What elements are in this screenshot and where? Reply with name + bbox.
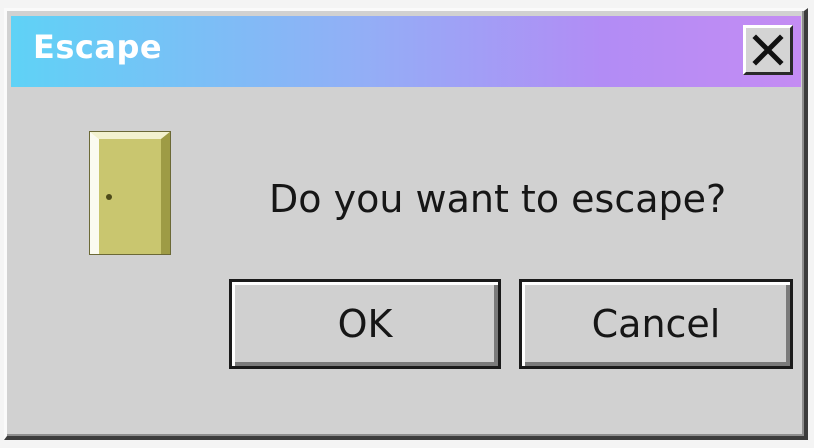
cancel-button[interactable]: Cancel bbox=[519, 279, 793, 369]
close-button[interactable] bbox=[743, 25, 793, 75]
title-bar[interactable]: Escape bbox=[11, 16, 801, 87]
escape-dialog: Escape Do you want to escape? OK Cancel bbox=[4, 8, 808, 440]
ok-button[interactable]: OK bbox=[229, 279, 501, 369]
dialog-message: Do you want to escape? bbox=[269, 177, 727, 221]
close-icon bbox=[752, 34, 784, 66]
door-icon bbox=[89, 131, 171, 255]
window-title: Escape bbox=[33, 28, 163, 66]
